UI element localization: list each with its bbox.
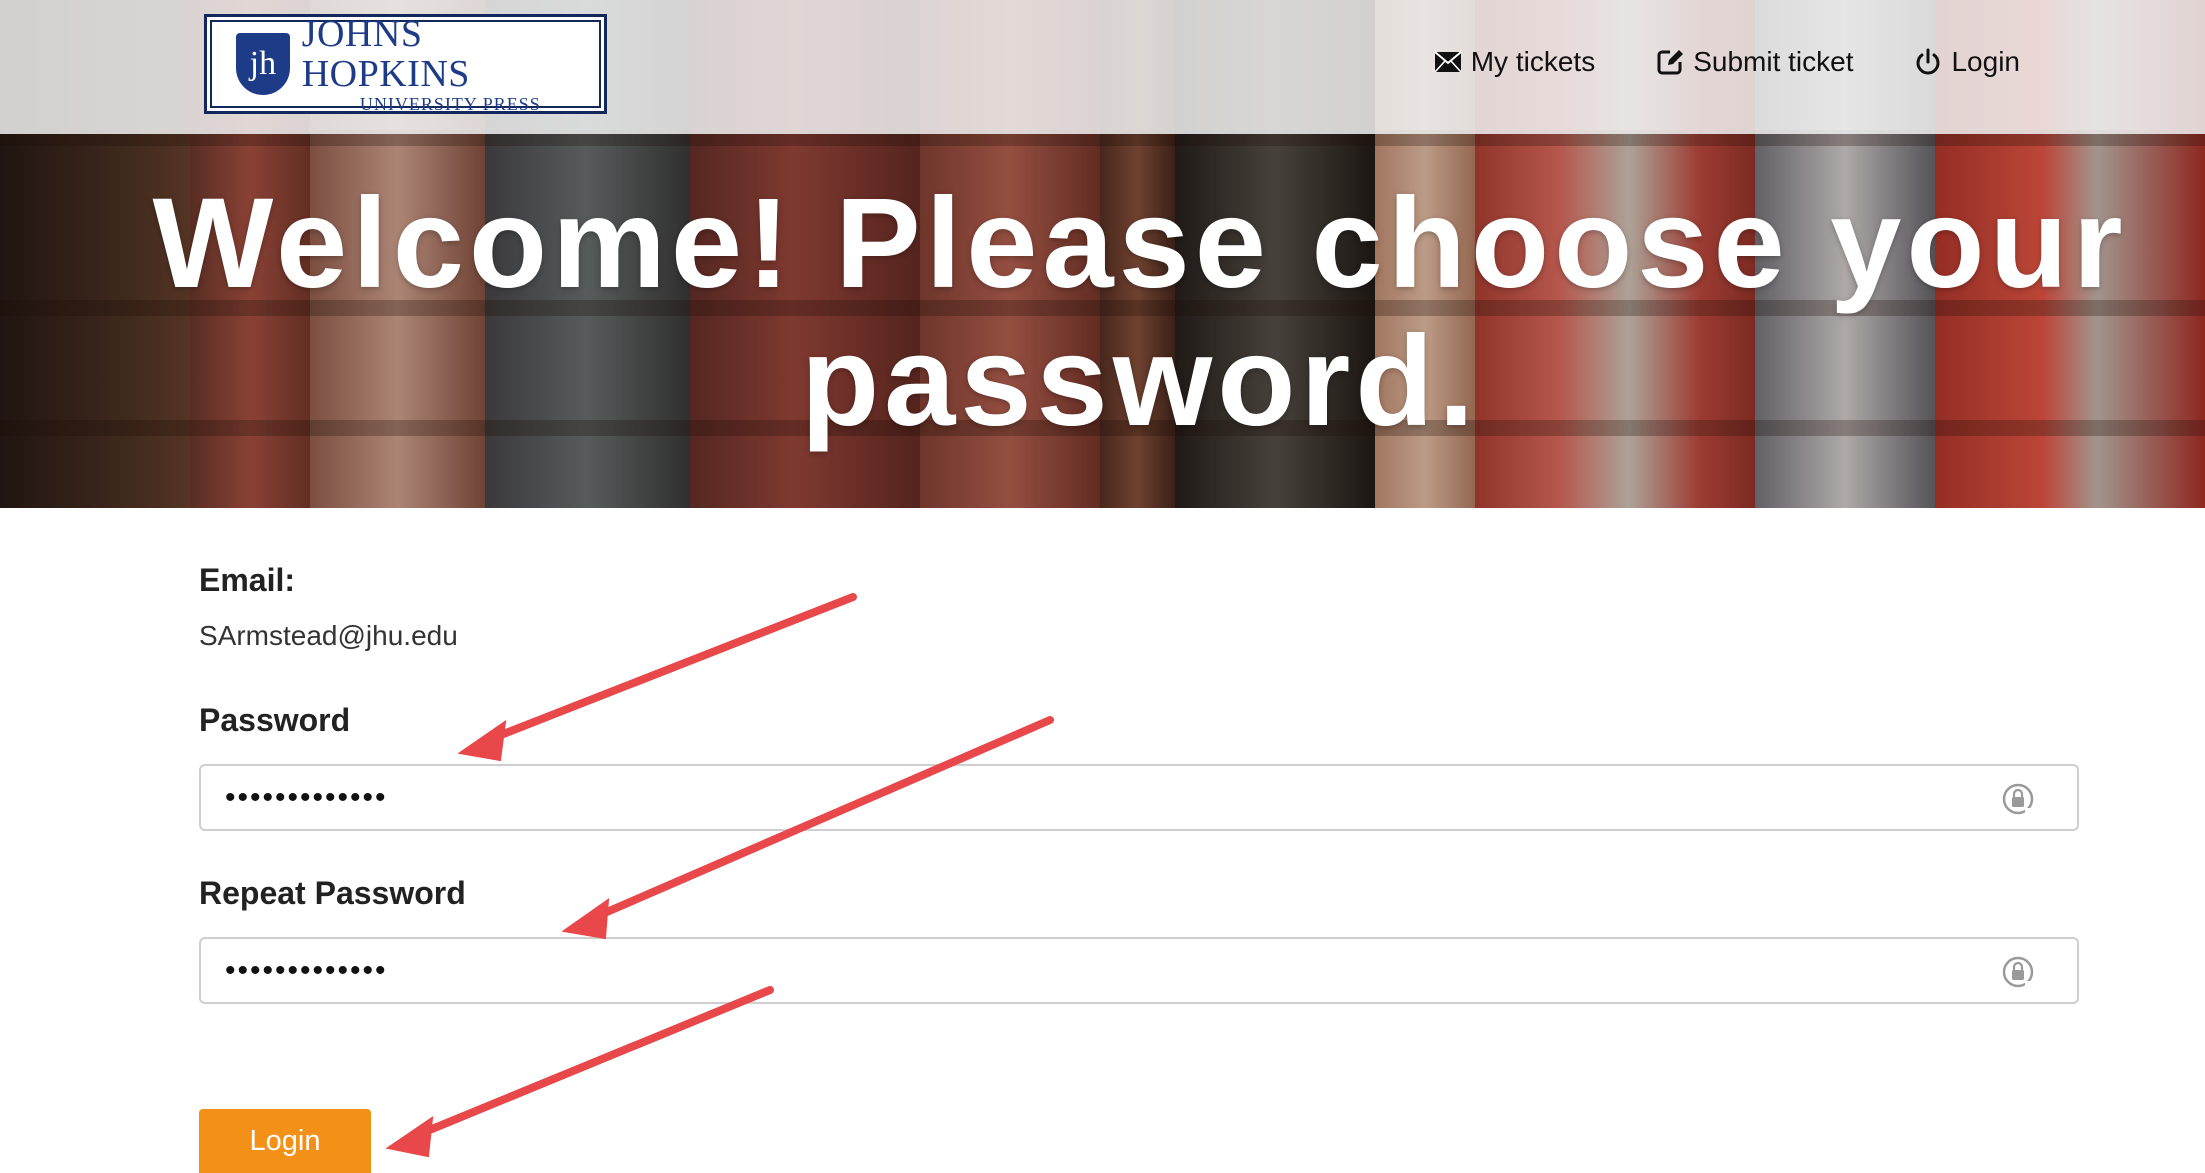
arrow-head-repeat-password — [561, 897, 610, 940]
arrow-head-password — [457, 719, 507, 762]
page: Welcome! Please choose your password. jh… — [0, 0, 2205, 1173]
top-nav-bar: jh JOHNS HOPKINS UNIVERSITY PRESS My tic… — [0, 0, 2205, 134]
logo-shield-icon: jh — [236, 33, 290, 95]
edit-icon — [1655, 47, 1685, 77]
password-manager-icon[interactable] — [2001, 955, 2035, 989]
site-logo[interactable]: jh JOHNS HOPKINS UNIVERSITY PRESS — [204, 14, 607, 114]
password-input[interactable] — [201, 766, 2077, 829]
nav-login[interactable]: Login — [1913, 46, 2020, 78]
nav-login-label: Login — [1951, 46, 2020, 77]
login-button[interactable]: Login — [199, 1109, 371, 1173]
arrow-to-login — [411, 986, 774, 1140]
nav-submit-ticket-label: Submit ticket — [1693, 46, 1854, 77]
nav-my-tickets-label: My tickets — [1470, 46, 1596, 77]
email-value: SArmstead@jhu.edu — [199, 620, 458, 651]
password-label: Password — [199, 702, 351, 738]
power-icon — [1913, 47, 1943, 77]
password-field-wrapper — [199, 764, 2079, 831]
arrow-head-login — [385, 1115, 434, 1158]
logo-title: JOHNS HOPKINS — [301, 13, 470, 95]
repeat-password-label: Repeat Password — [199, 875, 466, 911]
repeat-password-field-wrapper — [199, 937, 2079, 1004]
main-nav: My tickets Submit ticket Login — [1433, 42, 2020, 82]
nav-my-tickets[interactable]: My tickets — [1433, 46, 1595, 78]
page-title: Welcome! Please choose your password. — [152, 172, 2128, 453]
password-manager-icon[interactable] — [2001, 782, 2035, 816]
email-label: Email: — [199, 562, 296, 598]
nav-submit-ticket[interactable]: Submit ticket — [1655, 46, 1853, 78]
arrow-to-password — [484, 593, 857, 744]
envelope-icon — [1433, 47, 1463, 77]
logo-subtitle: UNIVERSITY PRESS — [359, 94, 541, 114]
repeat-password-input[interactable] — [201, 939, 2077, 1002]
